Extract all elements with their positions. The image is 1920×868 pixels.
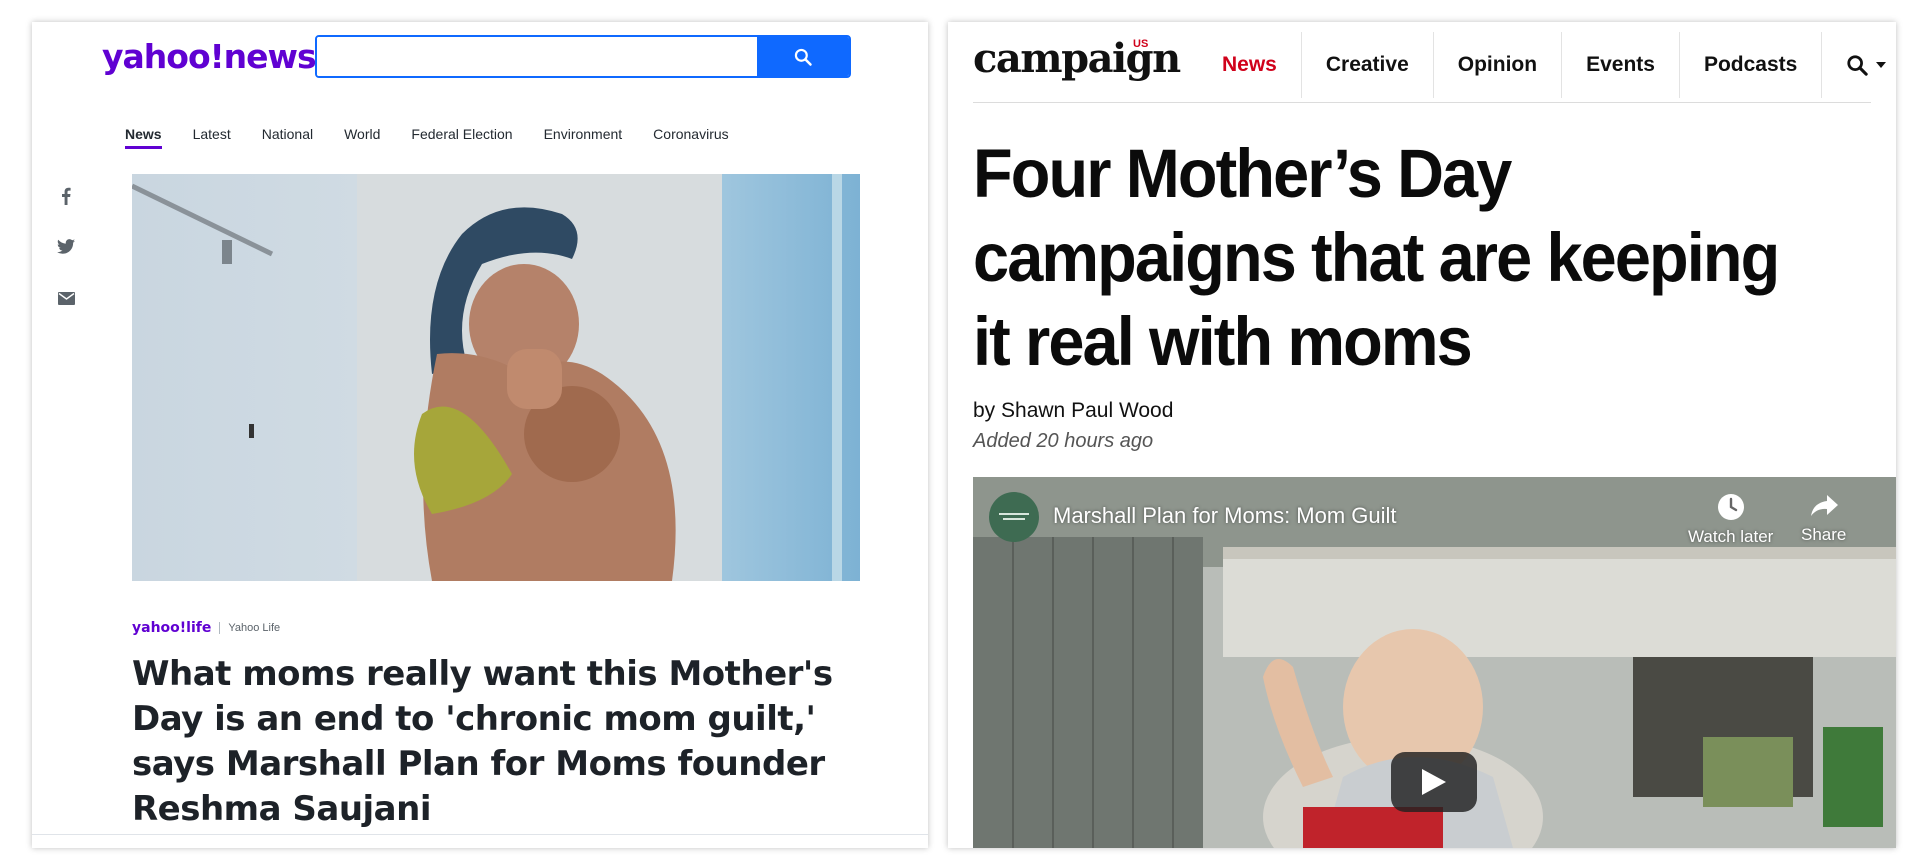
search-input[interactable]: [317, 37, 757, 76]
nav-item-coronavirus[interactable]: Coronavirus: [653, 126, 728, 149]
facebook-share-button[interactable]: [56, 187, 76, 205]
video-top-bar: Marshall Plan for Moms: Mom Guilt Watch …: [973, 477, 1896, 557]
byline-prefix: by: [973, 399, 996, 422]
share-label: Share: [1801, 525, 1847, 544]
byline: by Shawn Paul Wood: [973, 399, 1173, 423]
article-source: yahoo!life Yahoo Life: [132, 620, 280, 636]
nav-item-podcasts[interactable]: Podcasts: [1680, 32, 1823, 98]
nav-item-latest[interactable]: Latest: [193, 126, 231, 149]
twitter-share-button[interactable]: [56, 239, 76, 254]
play-icon: [1422, 769, 1446, 795]
facebook-icon: [62, 187, 71, 205]
clock-icon: [1717, 494, 1744, 520]
campaign-us-screenshot: campaign US News Creative Opinion Events…: [948, 22, 1896, 848]
share-arrow-icon: [1810, 495, 1838, 516]
divider: [32, 834, 928, 835]
nav-item-federal-election[interactable]: Federal Election: [411, 126, 512, 149]
nav-item-world[interactable]: World: [344, 126, 380, 149]
nav-search-button[interactable]: [1822, 32, 1896, 98]
play-button[interactable]: [1391, 752, 1477, 812]
yahoo-life-logo[interactable]: yahoo!life: [132, 620, 211, 636]
nav-item-national[interactable]: National: [262, 126, 313, 149]
campaign-logo[interactable]: campaign: [973, 34, 1181, 84]
nav-item-opinion[interactable]: Opinion: [1434, 32, 1563, 98]
nav-item-news[interactable]: News: [125, 126, 162, 149]
source-name: Yahoo Life: [228, 622, 281, 634]
campaign-nav: News Creative Opinion Events Podcasts: [1198, 32, 1896, 98]
channel-avatar[interactable]: [989, 492, 1039, 542]
search-icon: [1847, 55, 1869, 76]
article-headline: What moms really want this Mother's Day …: [132, 654, 833, 829]
watch-later-button[interactable]: Watch later: [1688, 493, 1773, 547]
email-share-button[interactable]: [56, 292, 76, 305]
search-bar: [315, 35, 851, 78]
search-icon: [794, 48, 812, 66]
campaign-logo-region: US: [1133, 38, 1149, 50]
nav-item-environment[interactable]: Environment: [544, 126, 623, 149]
header-divider: [973, 102, 1871, 103]
caret-down-icon: [1876, 62, 1887, 68]
video-player[interactable]: Marshall Plan for Moms: Mom Guilt Watch …: [973, 477, 1896, 848]
yahoo-nav: News Latest National World Federal Elect…: [125, 126, 760, 149]
nav-item-events[interactable]: Events: [1562, 32, 1680, 98]
share-button[interactable]: Share: [1801, 493, 1846, 545]
source-divider: [219, 622, 221, 634]
nav-item-news[interactable]: News: [1198, 32, 1302, 98]
published-time: Added 20 hours ago: [973, 430, 1154, 452]
email-icon: [57, 292, 75, 305]
watch-later-label: Watch later: [1688, 527, 1774, 546]
yahoo-news-logo[interactable]: yahoo!news: [102, 32, 317, 82]
article-headline: Four Mother’s Day campaigns that are kee…: [973, 135, 1780, 380]
article-hero-image: [132, 174, 860, 581]
channel-logo-icon: [999, 513, 1029, 520]
nav-item-creative[interactable]: Creative: [1302, 32, 1434, 98]
search-button[interactable]: [757, 37, 849, 76]
video-title[interactable]: Marshall Plan for Moms: Mom Guilt: [1053, 503, 1397, 529]
yahoo-news-screenshot: yahoo!news News Latest National World Fe…: [32, 22, 928, 848]
twitter-icon: [57, 239, 75, 254]
author-link[interactable]: Shawn Paul Wood: [1001, 399, 1173, 422]
